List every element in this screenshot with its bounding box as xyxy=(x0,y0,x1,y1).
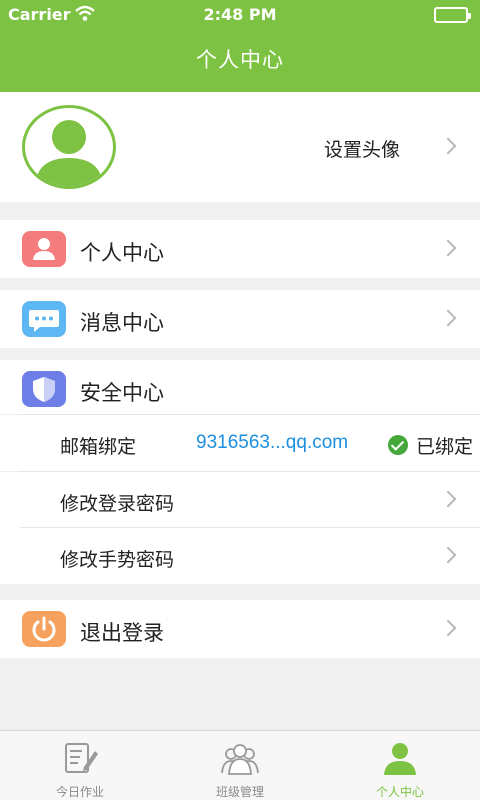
tab-label: 今日作业 xyxy=(55,785,104,799)
menu-label-personal: 个人中心 xyxy=(80,241,164,265)
change-login-password-row[interactable]: 修改登录密码 xyxy=(0,472,480,528)
menu-label-security: 安全中心 xyxy=(80,381,164,405)
avatar-row[interactable]: 设置头像 xyxy=(0,92,480,202)
page-title: 个人中心 xyxy=(196,48,284,72)
logout-button[interactable]: 退出登录 xyxy=(0,600,480,658)
tab-bar: 今日作业 班级管理 个人中心 xyxy=(0,730,480,800)
chevron-right-icon xyxy=(439,490,457,508)
tab-personal-center[interactable]: 个人中心 xyxy=(320,731,480,800)
chevron-right-icon xyxy=(439,546,457,564)
menu-label-logout: 退出登录 xyxy=(80,621,164,645)
status-time: 2:48 PM xyxy=(203,5,277,24)
change-gesture-password-row[interactable]: 修改手势密码 xyxy=(0,528,480,584)
top-bar: Carrier 2:48 PM 个人中心 xyxy=(0,0,480,92)
user-avatar-icon[interactable] xyxy=(22,105,116,189)
shield-icon xyxy=(22,371,66,407)
change-gesture-password-label: 修改手势密码 xyxy=(60,549,175,571)
menu-label-messages: 消息中心 xyxy=(80,311,164,335)
class-group-icon xyxy=(221,744,259,775)
tab-today-homework[interactable]: 今日作业 xyxy=(0,731,160,800)
power-icon xyxy=(22,611,66,647)
chevron-right-icon xyxy=(439,619,457,637)
set-avatar-label: 设置头像 xyxy=(323,139,400,161)
email-value: 9316563...qq.com xyxy=(196,432,349,453)
chevron-right-icon xyxy=(439,239,457,257)
menu-item-personal[interactable]: 个人中心 xyxy=(0,220,480,278)
check-circle-icon xyxy=(388,435,408,455)
battery-icon xyxy=(434,7,471,23)
homework-icon xyxy=(65,743,98,773)
email-status: 已绑定 xyxy=(416,436,474,458)
menu-item-security: 安全中心 xyxy=(0,360,480,414)
menu-item-messages[interactable]: 消息中心 xyxy=(0,290,480,348)
person-icon xyxy=(22,231,66,267)
chevron-right-icon xyxy=(439,137,457,155)
change-login-password-label: 修改登录密码 xyxy=(60,493,175,515)
tab-class-management[interactable]: 班级管理 xyxy=(160,731,320,800)
email-binding-label: 邮箱绑定 xyxy=(60,436,137,458)
tab-label: 个人中心 xyxy=(375,785,424,799)
chevron-right-icon xyxy=(439,309,457,327)
person-tab-icon xyxy=(384,743,416,775)
chat-icon xyxy=(22,301,66,337)
status-bar: Carrier 2:48 PM xyxy=(0,0,480,30)
email-binding-row[interactable]: 邮箱绑定 9316563...qq.com 已绑定 xyxy=(0,415,480,471)
tab-label: 班级管理 xyxy=(215,785,264,799)
